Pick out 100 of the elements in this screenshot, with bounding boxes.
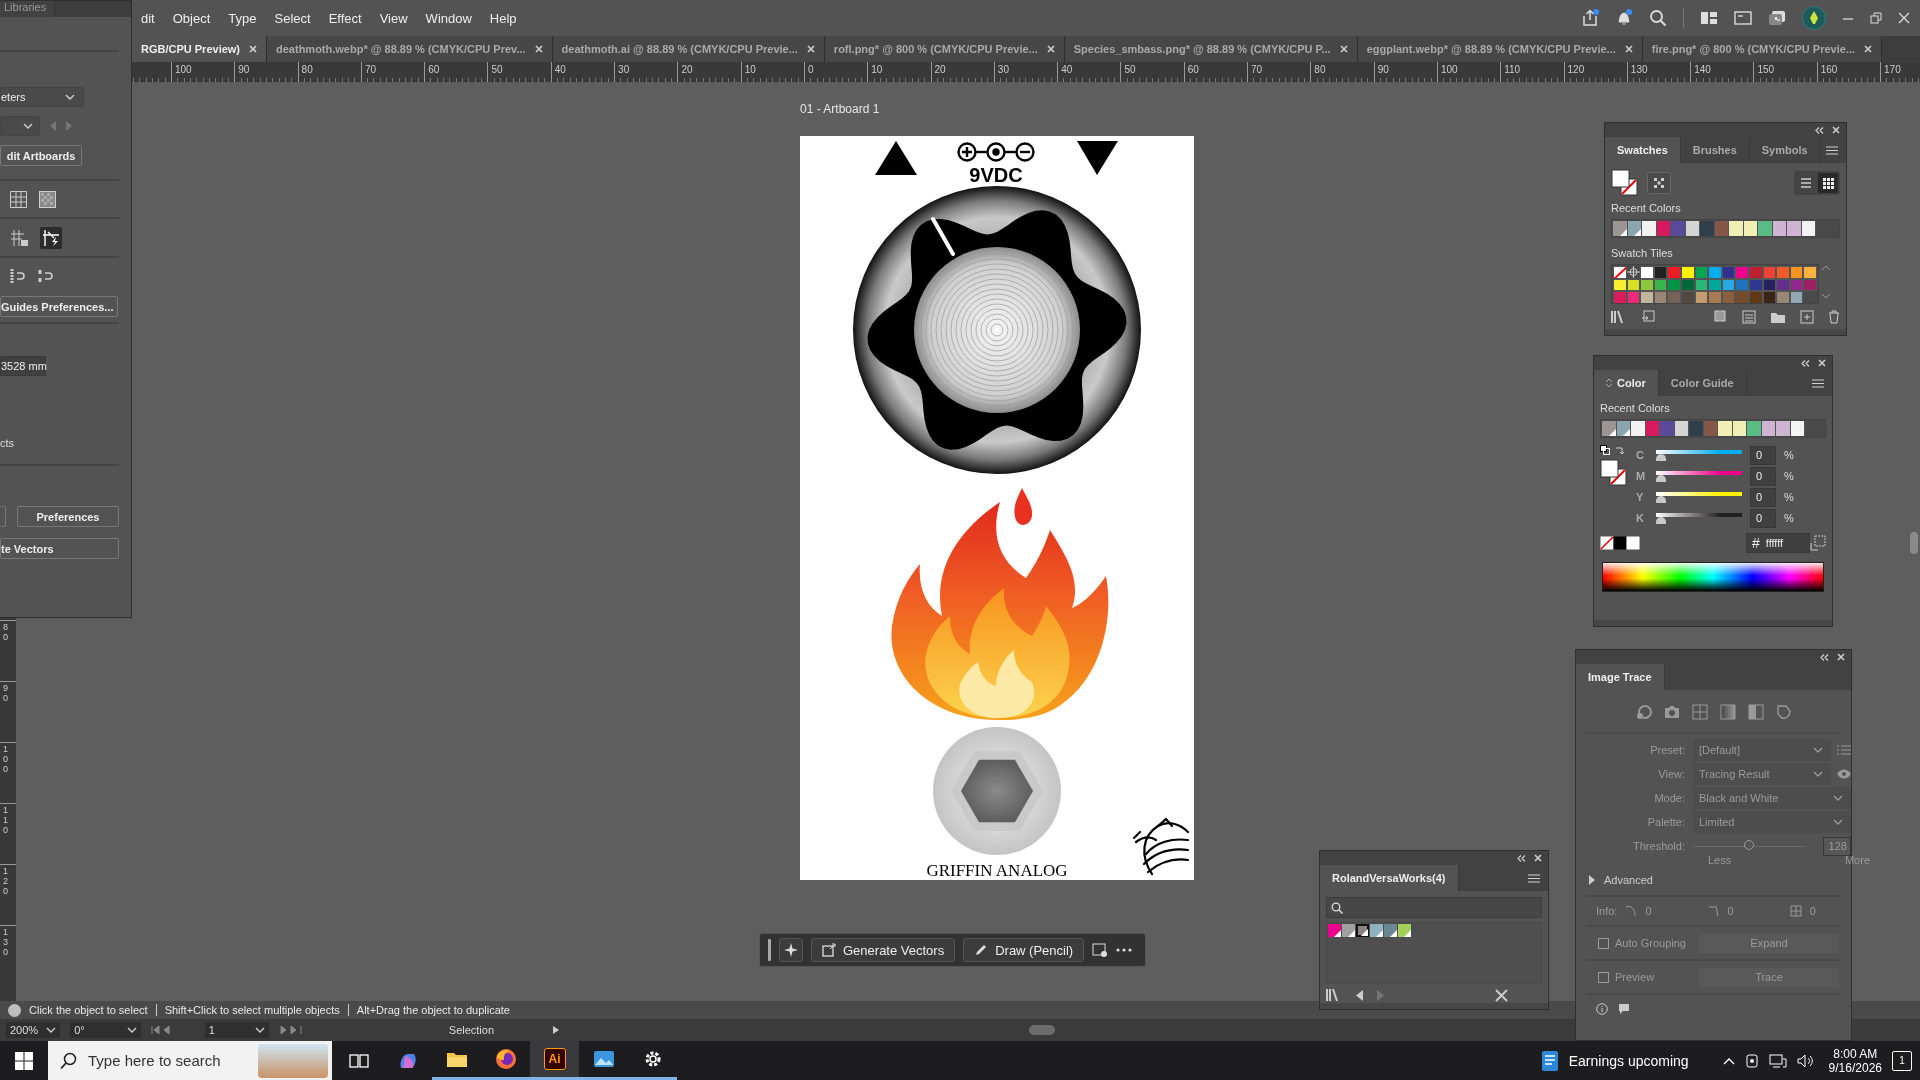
panel-tab[interactable]: Color Guide — [1658, 370, 1747, 396]
ruler-label: 70 — [1251, 64, 1263, 75]
ruler-label: 90 — [3, 684, 9, 704]
menu-item[interactable]: dit — [132, 10, 164, 26]
ruler-label: 10 — [744, 64, 756, 75]
news-widget-text[interactable]: Earnings upcoming — [1568, 1052, 1689, 1069]
draw-pencil-button[interactable]: Draw (Pencil) — [963, 938, 1085, 962]
scale-label: More — [1844, 854, 1870, 866]
section-label: Swatch Tiles — [1611, 247, 1674, 259]
guides-preferences-button[interactable]: Guides Preferences... — [0, 296, 118, 317]
field-label: Threshold: — [1632, 840, 1686, 852]
ruler-label: 140 — [1694, 64, 1711, 75]
document-tab[interactable]: deathmoth.ai @ 88.89 % (CMYK/CPU Previe... — [552, 36, 825, 62]
ruler-label: 80 — [1314, 64, 1326, 75]
panel-tab[interactable]: Brushes — [1680, 137, 1750, 163]
taskbar-search-field[interactable]: Type here to search — [48, 1041, 332, 1080]
ruler-label: 80 — [3, 623, 9, 643]
ruler-label: 20 — [934, 64, 946, 75]
channel-value-field[interactable]: 0 — [1750, 466, 1776, 486]
colors-count: 0 — [1809, 905, 1816, 917]
anchors-count: 0 — [1727, 905, 1734, 917]
ruler-label: 170 — [1884, 64, 1901, 75]
ruler-label: 160 — [1820, 64, 1838, 75]
option-label: cts — [0, 437, 16, 449]
document-tab[interactable]: eggplant.webp* @ 88.89 % (CMYK/CPU Previe... — [1357, 36, 1643, 62]
panel-tab[interactable]: Color — [1594, 370, 1659, 396]
field-label: Palette: — [1646, 816, 1686, 828]
units-dropdown[interactable]: eters — [0, 87, 84, 107]
section-label: Recent Colors — [1600, 402, 1671, 414]
info-label: Info: — [1596, 905, 1618, 917]
ruler-label: 50 — [1124, 64, 1136, 75]
unit-label: % — [1784, 449, 1794, 461]
channel-value-field[interactable]: 0 — [1750, 508, 1776, 528]
ruler-label: 60 — [1187, 64, 1199, 75]
clock[interactable]: 8:00 AM 9/16/2026 — [1828, 1046, 1882, 1075]
ruler-label: 150 — [1757, 64, 1775, 75]
ruler-label: 120 — [3, 867, 9, 897]
field-label: Preset: — [1649, 744, 1686, 756]
panel-tab[interactable]: Libraries — [0, 1, 55, 17]
taskbar-app[interactable]: Ai — [530, 1041, 579, 1080]
keyboard-increment-field[interactable]: 3528 mm — [0, 356, 46, 376]
ruler-label: 40 — [554, 64, 566, 75]
ruler-label: 60 — [428, 64, 440, 75]
ruler-label: 30 — [997, 64, 1009, 75]
ruler-label: 110 — [1504, 64, 1521, 75]
ruler-label: 90 — [238, 64, 250, 75]
menu-item[interactable]: Help — [480, 10, 526, 26]
field-label: View: — [1657, 768, 1686, 780]
ruler-label: 20 — [681, 64, 693, 75]
status-hint: Alt+Drag the object to duplicate — [356, 1004, 510, 1016]
unit-label: % — [1784, 491, 1794, 503]
edit-artboards-button[interactable]: dit Artboards — [0, 145, 82, 166]
document-tab[interactable]: deathmoth.webp* @ 88.89 % (CMYK/CPU Prev... — [267, 36, 553, 62]
channel-value-field[interactable]: 0 — [1750, 487, 1776, 507]
ruler-label: 130 — [3, 928, 9, 958]
current-tool: Selection — [448, 1024, 495, 1036]
channel-value-field[interactable]: 0 — [1750, 445, 1776, 465]
illustrator-app-icon[interactable]: Ai — [543, 1048, 566, 1070]
panel-tab[interactable]: Swatches — [1605, 137, 1681, 163]
artboard-dropdown[interactable]: 1 — [204, 1022, 269, 1038]
menu-item[interactable]: Type — [219, 10, 266, 26]
section-label: Recent Colors — [1611, 202, 1682, 214]
document-tab[interactable]: fire.png* @ 800 % (CMYK/CPU Previe... — [1642, 36, 1883, 62]
ruler-label: 40 — [1061, 64, 1073, 75]
ruler-label: 100 — [175, 64, 192, 75]
preferences-button[interactable]: Preferences — [17, 506, 119, 527]
paths-count: 0 — [1645, 905, 1652, 917]
menu-item[interactable]: Effect — [319, 10, 371, 26]
brand-name: GRIFFIN ANALOG — [926, 861, 1068, 880]
scale-label: Less — [1708, 854, 1732, 866]
generate-vectors-button[interactable]: Generate Vectors — [811, 938, 956, 962]
menu-item[interactable]: View — [370, 10, 417, 26]
menu-item[interactable]: Select — [265, 10, 320, 26]
status-hint: Click the object to select — [29, 1004, 148, 1016]
unit-label: % — [1784, 512, 1794, 524]
menu-item[interactable]: Object — [163, 10, 220, 26]
panel-tab[interactable]: Symbols — [1749, 137, 1821, 163]
channel-label: C — [1636, 449, 1645, 461]
document-tab[interactable]: Species_smbass.png* @ 88.89 % (CMYK/CPU P... — [1064, 36, 1358, 62]
jack-label: 9VDC — [969, 164, 1023, 186]
ruler-label: 90 — [1377, 64, 1389, 75]
channel-label: Y — [1636, 491, 1645, 503]
ruler-label: 120 — [1567, 64, 1585, 75]
ruler-label: 130 — [1630, 64, 1648, 75]
ruler-label: 0 — [807, 64, 814, 75]
ruler-label: 50 — [491, 64, 503, 75]
ruler-label: 10 — [871, 64, 883, 75]
hex-field[interactable]: # ffffff — [1746, 533, 1810, 553]
ruler-label: 110 — [3, 806, 9, 836]
zoom-dropdown[interactable]: 200% — [6, 1022, 61, 1038]
notification-count[interactable]: 1 — [1892, 1050, 1912, 1071]
menu-item[interactable]: Window — [416, 10, 481, 26]
channel-label: M — [1636, 470, 1647, 482]
channel-label: K — [1636, 512, 1645, 524]
generate-vectors-button[interactable]: te Vectors — [0, 538, 119, 559]
ruler-label: 30 — [618, 64, 630, 75]
document-tab[interactable]: RGB/CPU Preview) — [132, 36, 268, 62]
document-tab[interactable]: rofl.png* @ 800 % (CMYK/CPU Previe... — [824, 36, 1065, 62]
panel-tab[interactable]: RolandVersaWorks(4) — [1320, 865, 1459, 891]
rotation-dropdown[interactable]: 0° — [70, 1022, 141, 1038]
